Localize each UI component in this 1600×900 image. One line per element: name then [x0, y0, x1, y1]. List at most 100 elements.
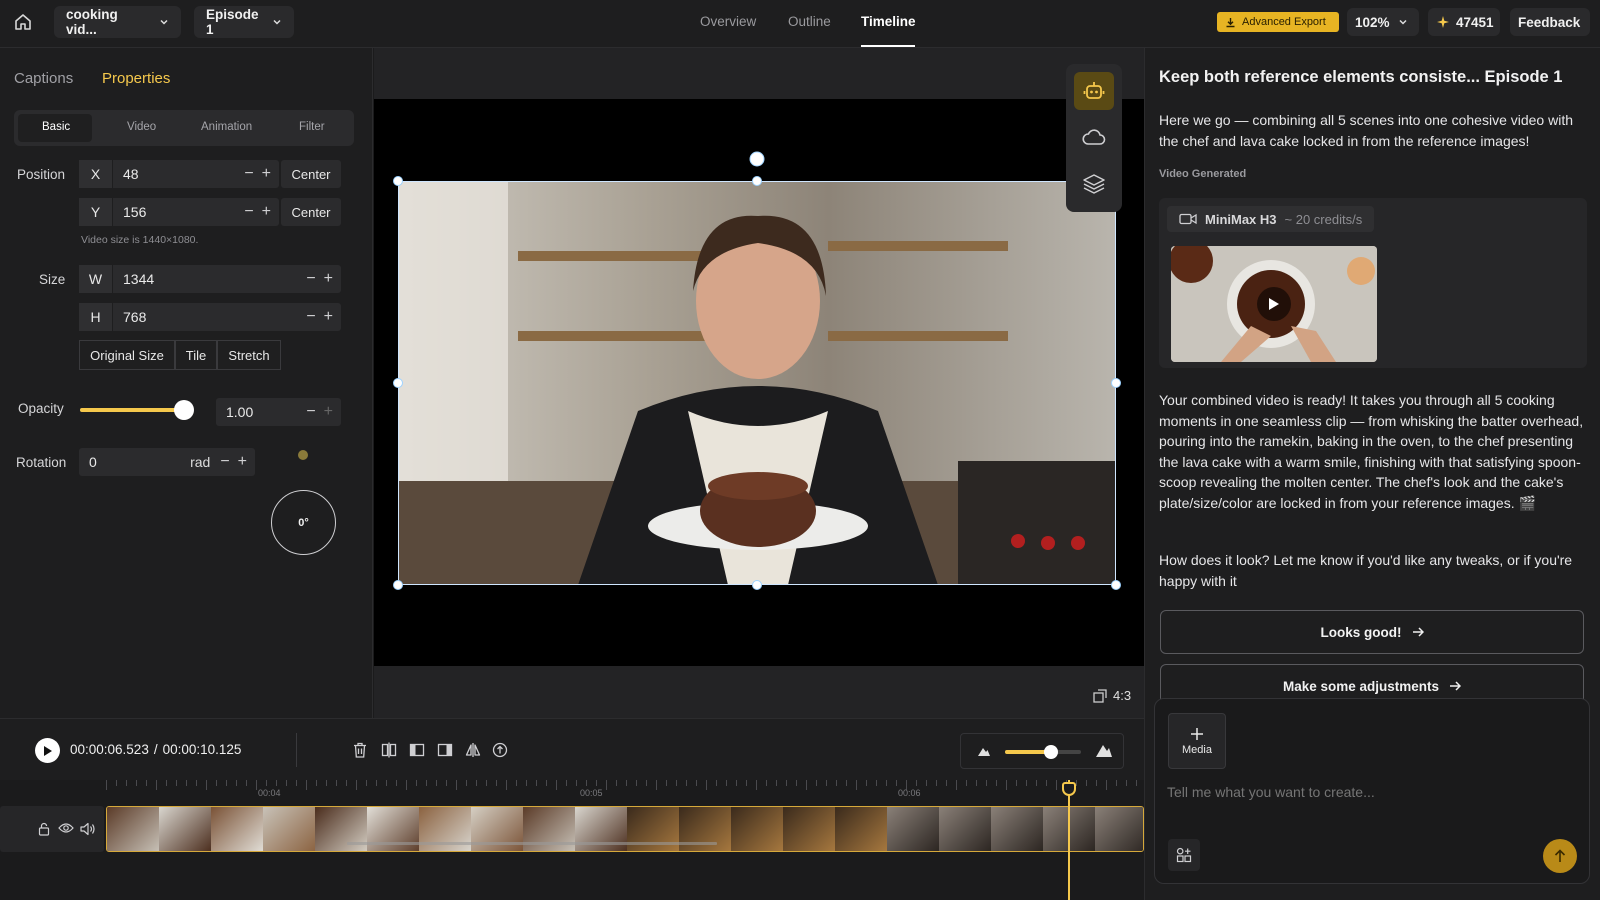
play-button[interactable]: [35, 738, 60, 763]
resize-handle-bottom-right[interactable]: [1111, 580, 1121, 590]
y-stepper[interactable]: − +: [244, 203, 279, 221]
plus-icon[interactable]: +: [324, 308, 333, 326]
resize-handle-top-left[interactable]: [393, 176, 403, 186]
plus-icon[interactable]: +: [262, 165, 271, 183]
position-x-value[interactable]: 48: [113, 166, 244, 182]
rotation-dial[interactable]: 0°: [271, 490, 336, 555]
tab-outline[interactable]: Outline: [788, 14, 831, 29]
resize-handle-bottom-left[interactable]: [393, 580, 403, 590]
video-clip[interactable]: [106, 806, 1144, 852]
eye-icon[interactable]: [58, 822, 74, 834]
ruler-tick: [1046, 780, 1047, 786]
original-size-button[interactable]: Original Size: [79, 340, 175, 370]
opacity-value[interactable]: 1.00: [216, 404, 306, 420]
resize-handle-top[interactable]: [752, 176, 762, 186]
plus-icon[interactable]: +: [238, 453, 247, 471]
lock-icon[interactable]: [38, 822, 50, 836]
zoom-out-icon[interactable]: [977, 745, 991, 757]
tab-properties[interactable]: Properties: [102, 70, 170, 87]
center-y-button[interactable]: Center: [281, 198, 341, 226]
opacity-slider[interactable]: [80, 400, 194, 420]
center-x-button[interactable]: Center: [281, 160, 341, 188]
tile-button[interactable]: Tile: [175, 340, 217, 370]
plus-icon[interactable]: +: [324, 403, 333, 421]
tab-captions[interactable]: Captions: [14, 70, 73, 87]
thumbnail-play-icon[interactable]: [1257, 287, 1291, 321]
plus-icon[interactable]: +: [262, 203, 271, 221]
ruler-tick: [1026, 780, 1027, 786]
ruler-tick: [216, 780, 217, 786]
opacity-field[interactable]: 1.00 − +: [216, 398, 341, 426]
send-button[interactable]: [1543, 839, 1577, 873]
add-media-button[interactable]: Media: [1168, 713, 1226, 769]
resize-handle-left[interactable]: [393, 378, 403, 388]
robot-icon[interactable]: [1074, 72, 1114, 110]
subtab-animation[interactable]: Animation: [201, 121, 252, 133]
timeline-panel: 00:04 00:05 00:06: [0, 780, 1144, 900]
video-size-hint: Video size is 1440×1080.: [81, 234, 199, 246]
project-selector[interactable]: cooking vid...: [54, 6, 181, 38]
video-thumbnail[interactable]: [1171, 246, 1377, 362]
position-y-field[interactable]: Y 156 − +: [79, 198, 279, 226]
looks-good-button[interactable]: Looks good!: [1160, 610, 1584, 654]
playhead[interactable]: [1068, 780, 1070, 900]
minus-icon[interactable]: −: [244, 203, 253, 221]
plus-icon[interactable]: +: [324, 270, 333, 288]
size-h-field[interactable]: H 768 − +: [79, 303, 341, 331]
volume-icon[interactable]: [80, 822, 96, 836]
opacity-slider-knob[interactable]: [174, 400, 194, 420]
ruler-tick: [846, 780, 847, 786]
subtab-basic[interactable]: Basic: [42, 121, 70, 133]
tab-overview[interactable]: Overview: [700, 14, 756, 29]
resize-handle-right[interactable]: [1111, 378, 1121, 388]
delete-icon[interactable]: [353, 742, 367, 758]
h-stepper[interactable]: − +: [306, 308, 341, 326]
episode-selector[interactable]: Episode 1: [194, 6, 294, 38]
credits-badge[interactable]: 47451: [1428, 8, 1500, 36]
speed-icon[interactable]: [492, 742, 508, 758]
rotation-value[interactable]: 0: [79, 454, 190, 470]
playhead-handle[interactable]: [1062, 782, 1076, 796]
minus-icon[interactable]: −: [244, 165, 253, 183]
split-icon[interactable]: [381, 742, 397, 758]
trim-right-icon[interactable]: [437, 742, 453, 758]
cloud-icon[interactable]: [1082, 128, 1106, 146]
minus-icon[interactable]: −: [306, 403, 315, 421]
trim-left-icon[interactable]: [409, 742, 425, 758]
minus-icon[interactable]: −: [220, 453, 229, 471]
timeline-zoom-knob[interactable]: [1043, 745, 1058, 759]
selection-box[interactable]: [398, 181, 1116, 585]
clip-thumbnail-frame: [835, 807, 887, 851]
rotation-dial-handle[interactable]: [298, 450, 308, 460]
minus-icon[interactable]: −: [306, 308, 315, 326]
flip-icon[interactable]: [465, 742, 481, 758]
advanced-export-button[interactable]: Advanced Export: [1217, 12, 1339, 32]
size-w-value[interactable]: 1344: [113, 271, 306, 287]
home-icon[interactable]: [14, 13, 32, 31]
feedback-button[interactable]: Feedback: [1510, 8, 1590, 36]
minus-icon[interactable]: −: [306, 270, 315, 288]
stretch-button[interactable]: Stretch: [217, 340, 281, 370]
size-h-value[interactable]: 768: [113, 309, 306, 325]
subtab-video[interactable]: Video: [127, 121, 156, 133]
aspect-ratio-selector[interactable]: 4:3: [1093, 688, 1131, 703]
size-w-field[interactable]: W 1344 − +: [79, 265, 341, 293]
rotate-handle[interactable]: [749, 151, 765, 167]
opacity-stepper[interactable]: − +: [306, 403, 341, 421]
x-stepper[interactable]: − +: [244, 165, 279, 183]
timeline-zoom-slider[interactable]: [1005, 745, 1081, 759]
w-stepper[interactable]: − +: [306, 270, 341, 288]
layers-icon[interactable]: [1082, 173, 1106, 195]
position-y-value[interactable]: 156: [113, 204, 244, 220]
subtab-filter[interactable]: Filter: [299, 121, 325, 133]
rotation-stepper[interactable]: − +: [220, 453, 255, 471]
zoom-in-icon[interactable]: [1095, 742, 1113, 758]
position-x-field[interactable]: X 48 − +: [79, 160, 279, 188]
clip-thumbnail-frame: [263, 807, 315, 851]
chat-input[interactable]: [1167, 779, 1567, 805]
tab-timeline[interactable]: Timeline: [861, 14, 916, 29]
templates-icon[interactable]: [1168, 839, 1200, 871]
resize-handle-bottom[interactable]: [752, 580, 762, 590]
zoom-selector[interactable]: 102%: [1347, 8, 1419, 36]
rotation-field[interactable]: 0 rad − +: [79, 448, 255, 476]
